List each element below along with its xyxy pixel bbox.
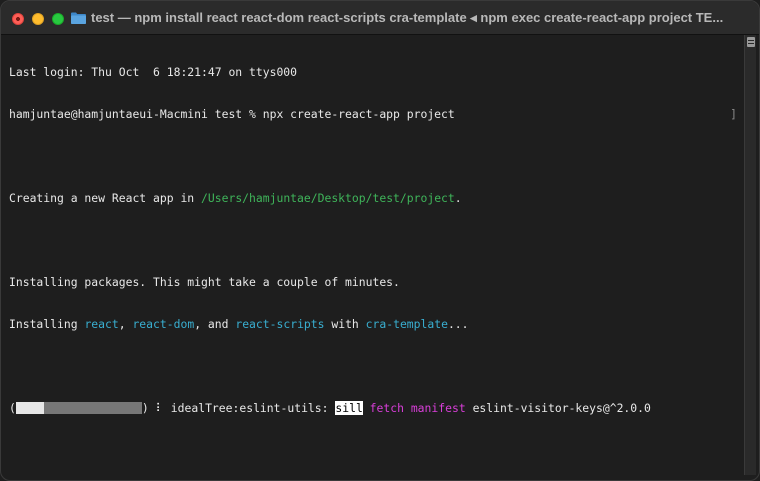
task-name: idealTree:eslint-utils:	[163, 401, 336, 415]
minimize-button[interactable]	[32, 13, 44, 25]
install-prefix: Installing	[9, 317, 85, 331]
vertical-scrollbar[interactable]	[744, 35, 756, 475]
progress-line: () ⠇ idealTree:eslint-utils: sill fetch …	[9, 401, 741, 415]
log-manifest: manifest	[410, 401, 466, 415]
install-suffix: ...	[447, 317, 469, 331]
close-button[interactable]	[12, 13, 24, 25]
separator: ,	[118, 317, 133, 331]
log-fetch: fetch	[369, 401, 404, 415]
separator: with	[324, 317, 366, 331]
spinner-icon: ⠇	[155, 401, 164, 415]
log-level-badge: sill	[335, 401, 363, 415]
creating-prefix: Creating a new React app in	[9, 191, 202, 205]
log-package: eslint-visitor-keys@^2.0.0	[472, 401, 651, 415]
prompt-end-mark: ]	[730, 107, 737, 121]
project-path: /Users/hamjuntae/Desktop/test/project	[201, 191, 455, 205]
separator: , and	[194, 317, 236, 331]
package-react: react	[84, 317, 119, 331]
installing-packages-line: Installing react, react-dom, and react-s…	[9, 317, 741, 331]
terminal-output[interactable]: Last login: Thu Oct 6 18:21:47 on ttys00…	[1, 35, 741, 473]
progress-close: )	[141, 401, 149, 415]
folder-icon	[71, 12, 86, 24]
package-react-dom: react-dom	[132, 317, 195, 331]
package-cra-template: cra-template	[365, 317, 448, 331]
creating-line: Creating a new React app in /Users/hamju…	[9, 191, 741, 205]
scroll-thumb-icon[interactable]	[747, 37, 755, 47]
prompt-command: hamjuntae@hamjuntaeui-Macmini test % npx…	[9, 107, 455, 121]
zoom-button[interactable]	[52, 13, 64, 25]
progress-bar	[15, 402, 142, 414]
creating-suffix: .	[454, 191, 462, 205]
package-react-scripts: react-scripts	[235, 317, 325, 331]
progress-open: (	[9, 401, 16, 415]
progress-fill	[15, 402, 44, 414]
prompt-line: hamjuntae@hamjuntaeui-Macmini test % npx…	[9, 107, 741, 121]
title-bar[interactable]: test — npm install react react-dom react…	[1, 1, 759, 35]
terminal-window: test — npm install react react-dom react…	[0, 0, 760, 481]
last-login-line: Last login: Thu Oct 6 18:21:47 on ttys00…	[9, 65, 298, 79]
installing-line: Installing packages. This might take a c…	[9, 275, 400, 289]
window-title: test — npm install react react-dom react…	[91, 10, 724, 25]
